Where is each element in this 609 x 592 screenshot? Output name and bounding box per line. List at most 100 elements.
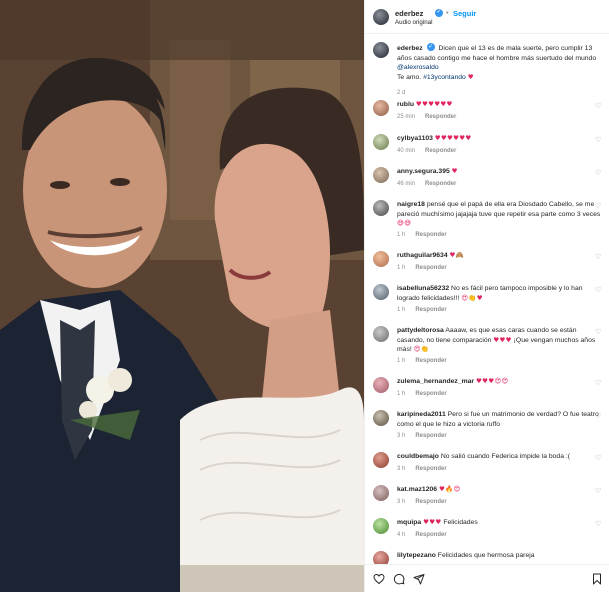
avatar[interactable] [373,251,389,267]
verified-icon [426,42,435,52]
comment-meta: 1 h Responder [397,358,447,364]
avatar[interactable] [373,551,389,564]
share-icon[interactable] [413,573,425,585]
like-comment-heart-icon[interactable]: ♡ [595,379,602,387]
comment-emoji: ♥♥♥ [493,335,512,344]
comment-time: 1 h [397,265,406,271]
reply-button[interactable]: Responder [415,232,446,238]
reply-button[interactable]: Responder [415,358,446,364]
comment-emoji: ♥ [451,167,458,175]
reply-button[interactable]: Responder [415,391,446,397]
comment-emoji: ♥🙈 [449,251,465,259]
caption-mention[interactable]: @alexrosaldo [397,64,439,71]
comment-body: pattydeltorosa Aaaaw, es que esas caras … [397,326,602,355]
comment-body: couldbemajo No salió cuando Federica imp… [397,452,602,462]
comment-username[interactable]: cylbya1103 [397,135,433,142]
reply-button[interactable]: Responder [415,433,446,439]
like-comment-heart-icon[interactable]: ♡ [595,487,602,495]
comment-username[interactable]: lilytepezano [397,552,436,559]
comment-meta: 1 h Responder [397,265,447,271]
like-comment-heart-icon[interactable]: ♡ [595,102,602,110]
caption-hashtag[interactable]: #13ycontando [423,74,466,81]
comment-username[interactable]: mquipa [397,519,421,526]
avatar[interactable] [373,410,389,426]
comment-emoji: ♥♥♥ [423,518,442,526]
comment-username[interactable]: couldbemajo [397,453,439,460]
comment-emoji: ♥♥♥♥♥♥ [434,134,472,142]
reply-button[interactable]: Responder [415,532,446,538]
post-side-panel: ederbez • Seguir Audio original ederbez … [364,0,609,592]
caption-body: ederbez Dicen que el 13 es de mala suert… [397,42,602,82]
bookmark-icon[interactable] [591,573,603,585]
comment-username[interactable]: anny.segura.395 [397,168,450,175]
comment-time: 1 h [397,358,406,364]
avatar[interactable] [373,485,389,501]
comment-meta: 3 h Responder [397,466,447,472]
post-header: ederbez • Seguir Audio original [365,0,609,34]
comment-username[interactable]: naigre18 [397,201,425,208]
like-comment-heart-icon[interactable]: ♡ [595,520,602,528]
like-comment-heart-icon[interactable]: ♡ [595,136,602,144]
audio-label[interactable]: Audio original [395,19,433,26]
reply-button[interactable]: Responder [425,148,456,154]
reply-button[interactable]: Responder [415,307,446,313]
verified-icon [435,8,443,17]
comment-username[interactable]: karipineda2011 [397,411,446,418]
avatar[interactable] [373,200,389,216]
reply-button[interactable]: Responder [425,181,456,187]
comment-meta: 1 h Responder [397,391,447,397]
like-comment-heart-icon[interactable]: ♡ [595,454,602,462]
caption-username[interactable]: ederbez [397,45,423,52]
comment-username[interactable]: zulema_hernandez_mar [397,378,474,385]
comments-list[interactable]: ederbez Dicen que el 13 es de mala suert… [365,34,609,564]
comment-username[interactable]: pattydeltorosa [397,327,444,334]
like-comment-heart-icon[interactable]: ♡ [595,202,602,210]
comment-meta: 1 h Responder [397,307,447,313]
follow-button[interactable]: Seguir [453,9,476,18]
reply-button[interactable]: Responder [425,114,456,120]
avatar[interactable] [373,377,389,393]
comment-username[interactable]: ruthaguilar9634 [397,252,448,259]
avatar[interactable] [373,167,389,183]
avatar[interactable] [373,134,389,150]
comment-username[interactable]: rublu [397,101,414,108]
comment-meta: 40 min Responder [397,148,456,154]
avatar[interactable] [373,100,389,116]
comment-body: karipineda2011 Pero si fue un matrimonio… [397,410,602,429]
comment-icon[interactable] [393,573,405,585]
comment-meta: 3 h Responder [397,433,447,439]
avatar[interactable] [373,284,389,300]
comment-body: lilytepezano Felicidades que hermosa par… [397,551,602,561]
comment-username[interactable]: isabelluna56232 [397,285,449,292]
comment-meta: 25 min Responder [397,114,456,120]
comment-time: 40 min [397,148,416,154]
comment-text: Felicidades que hermosa pareja [437,552,535,559]
comment-body: ruthaguilar9634 ♥🙈 [397,251,602,261]
like-comment-heart-icon[interactable]: ♡ [595,169,602,177]
comment-emoji: ♥🔥😍 [438,485,461,493]
comment-text: Felicidades [443,519,478,526]
avatar[interactable] [373,518,389,534]
comment-emoji: 😍👏♥ [461,293,483,302]
avatar[interactable] [373,326,389,342]
post-photo[interactable] [0,0,364,592]
like-comment-heart-icon[interactable]: ♡ [595,286,602,294]
avatar[interactable] [373,42,389,58]
comment-body: anny.segura.395 ♥ [397,167,602,177]
like-comment-heart-icon[interactable]: ♡ [595,328,602,336]
reply-button[interactable]: Responder [415,265,446,271]
header-username[interactable]: ederbez [395,9,423,18]
avatar[interactable] [373,452,389,468]
comment-emoji: ♥♥♥♥♥♥ [415,100,453,108]
like-comment-heart-icon[interactable]: ♡ [595,412,602,420]
comment-username[interactable]: kat.maz1206 [397,486,437,493]
comment-time: 4 h [397,532,406,538]
heart-icon[interactable] [373,573,385,585]
avatar[interactable] [373,9,389,25]
reply-button[interactable]: Responder [415,466,446,472]
instagram-post-view: ederbez • Seguir Audio original ederbez … [0,0,609,592]
reply-button[interactable]: Responder [415,499,446,505]
like-comment-heart-icon[interactable]: ♡ [595,253,602,261]
wedding-photo-illustration [0,0,364,592]
comment-emoji: 😅😅 [397,219,412,227]
